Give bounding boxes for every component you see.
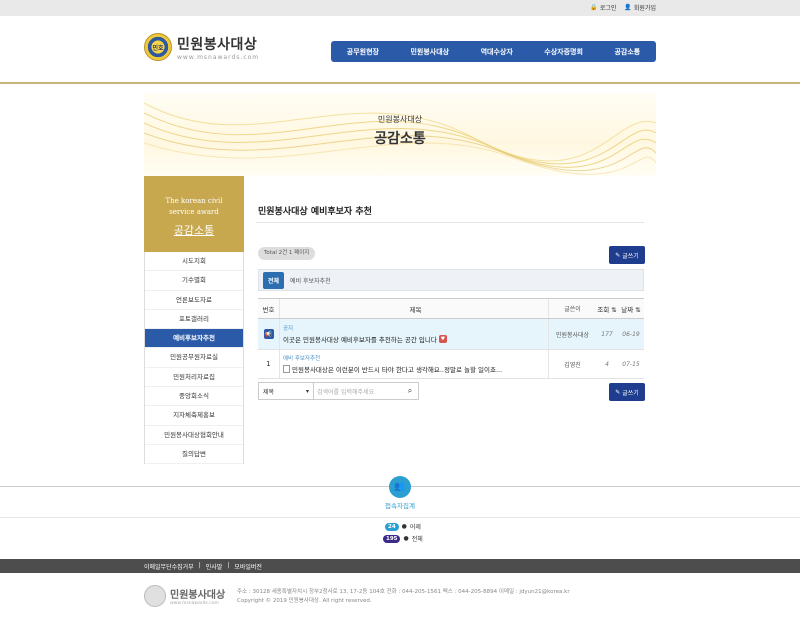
visitor-title: 접속자집계 <box>385 502 415 510</box>
banner-title: 공감소통 <box>374 131 426 147</box>
row-author: 민원봉사대상 <box>548 319 596 349</box>
site-header: 민호 민원봉사대상 www.msnawards.com 공무원현장 민원봉사대상… <box>0 16 800 84</box>
sort-views[interactable]: 조회 ⇅ <box>596 304 618 314</box>
write-button-top[interactable]: ✎ 글쓰기 <box>609 246 645 264</box>
visitor-icon: 👥 <box>389 476 411 498</box>
visitor-yesterday: 24 ● 어제 <box>385 522 421 531</box>
document-icon <box>283 365 290 373</box>
search-field-select[interactable]: 제목 ▾ <box>259 383 314 399</box>
sidebar-header: The korean civil service award 공감소통 <box>144 176 244 252</box>
board-table: 번호 제목 글쓴이 조회 ⇅ 날짜 ⇅ 📢 공지 이곳은 민원봉사대상 예비후보… <box>258 298 644 379</box>
top-utility-bar: 🔒 로그인 👤 회원가입 <box>0 0 800 16</box>
search-icon[interactable]: ⌕ <box>402 386 418 396</box>
search-input[interactable]: 검색어를 입력해주세요 <box>314 387 402 396</box>
sidebar-item-gallery[interactable]: 포토갤러리 <box>145 310 243 330</box>
visitor-counter: 👥 접속자집계 24 ● 어제 195 ● 전체 <box>0 476 800 559</box>
row-views: 177 <box>601 330 613 338</box>
sidebar-item-resources[interactable]: 민원공무원자료실 <box>145 348 243 368</box>
heart-icon: ♥ <box>438 335 447 343</box>
search-form: 제목 ▾ 검색어를 입력해주세요 ⌕ <box>258 382 419 400</box>
logo-seal-icon: 민호 <box>144 33 172 61</box>
sort-date[interactable]: 날짜 ⇅ <box>618 304 644 314</box>
footer-link-bar: 이메일무단수집거부 | 인사말 | 모바일버전 <box>0 559 800 573</box>
category-bar: 전체 예비 후보자추천 <box>258 269 644 291</box>
nav-item-community[interactable]: 공감소통 <box>614 47 640 57</box>
nav-item-field[interactable]: 공무원현장 <box>347 47 379 57</box>
pencil-icon: ✎ <box>615 388 621 396</box>
row-tag: 공지 <box>283 326 294 332</box>
sort-author[interactable]: 글쓴이 <box>548 299 596 318</box>
login-link[interactable]: 🔒 로그인 <box>590 3 616 12</box>
sidebar-item-casebook[interactable]: 민원처리자료집 <box>145 368 243 388</box>
sidebar-item-press[interactable]: 언론보도자료 <box>145 291 243 310</box>
category-nomination-tab[interactable]: 예비 후보자추천 <box>290 276 331 285</box>
logo-title: 민원봉사대상 <box>177 36 258 53</box>
banner-subtitle: 민원봉사대상 <box>377 115 423 124</box>
row-date: 07-15 <box>622 360 640 368</box>
sidebar-item-association[interactable]: 민원봉사대상협회안내 <box>145 426 243 445</box>
sidebar-title: 공감소통 <box>173 224 215 237</box>
sidebar-item-cohort[interactable]: 기수별회 <box>145 271 243 291</box>
row-subject[interactable]: 민원봉사대상은 이런분이 반드시 타야 한다고 생각해요..정말로 놀할 일이죠… <box>292 364 502 374</box>
site-logo[interactable]: 민호 민원봉사대상 www.msnawards.com <box>144 33 259 61</box>
footer-copyright: Copyright © 2019 민원봉사대상. All right reser… <box>237 598 372 604</box>
row-tag: 예비 후보자추천 <box>283 356 321 362</box>
join-link[interactable]: 👤 회원가입 <box>624 3 656 12</box>
table-row[interactable]: 📢 공지 이곳은 민원봉사대상 예비후보자를 추천하는 공간 입니다 ♥ 민원봉사… <box>258 319 644 350</box>
sidebar-item-qna[interactable]: 질의답변 <box>145 445 243 465</box>
footer-link-email-policy[interactable]: 이메일무단수집거부 <box>144 562 194 571</box>
caret-down-icon: ▾ <box>305 387 309 395</box>
notice-megaphone-icon: 📢 <box>263 329 274 339</box>
page-title: 민원봉사대상 예비후보자 추천 <box>258 207 372 217</box>
row-views: 4 <box>605 360 609 368</box>
row-subject[interactable]: 이곳은 민원봉사대상 예비후보자를 추천하는 공간 입니다 <box>283 334 437 344</box>
sidebar-item-festival[interactable]: 지자체축제홍보 <box>145 406 243 426</box>
footer-seal-icon <box>144 585 166 607</box>
divider <box>256 222 644 223</box>
user-plus-icon: 👤 <box>624 4 632 11</box>
sidebar-item-regional[interactable]: 시도지회 <box>145 252 243 272</box>
sidebar-menu: 시도지회 기수별회 언론보도자료 포토갤러리 예비후보자추천 민원공무원자료실 … <box>144 252 244 465</box>
nav-item-certificate[interactable]: 수상자증명회 <box>544 47 583 57</box>
table-row[interactable]: 1 예비 후보자추천 민원봉사대상은 이런분이 반드시 타야 한다고 생각해요.… <box>258 350 644 379</box>
visitor-total: 195 ● 전체 <box>383 534 423 543</box>
footer-logo: 민원봉사대상 www.msnawards.com <box>144 585 225 607</box>
divider <box>0 517 800 518</box>
sidebar-item-news[interactable]: 중앙회소식 <box>145 387 243 407</box>
pencil-icon: ✎ <box>615 251 621 259</box>
row-number: 1 <box>258 350 280 378</box>
nav-item-winners[interactable]: 역대수상자 <box>481 47 513 57</box>
site-footer: 민원봉사대상 www.msnawards.com 주소 : 30128 세종특별… <box>0 573 800 619</box>
category-all-tab[interactable]: 전체 <box>263 271 285 289</box>
footer-link-greeting[interactable]: 인사말 <box>206 562 223 571</box>
row-author: 김영진 <box>548 350 596 378</box>
sidebar: The korean civil service award 공감소통 시도지회… <box>144 176 244 465</box>
table-header: 번호 제목 글쓴이 조회 ⇅ 날짜 ⇅ <box>258 299 644 319</box>
sort-icon: ⇅ <box>633 305 641 314</box>
row-date: 06-19 <box>622 330 640 338</box>
logo-url: www.msnawards.com <box>177 53 260 61</box>
page-banner: 민원봉사대상 공감소통 <box>144 93 656 176</box>
main-nav: 공무원현장 민원봉사대상 역대수상자 수상자증명회 공감소통 <box>331 41 656 62</box>
total-count: Total 2건 1 페이지 <box>258 247 316 260</box>
footer-address: 주소 : 30128 세종특별자치시 정부2청사로 13, 17-2동 104호… <box>237 589 570 595</box>
lock-icon: 🔒 <box>590 4 598 11</box>
sort-icon: ⇅ <box>609 305 617 314</box>
sidebar-item-nomination[interactable]: 예비후보자추천 <box>145 329 243 349</box>
footer-info: 주소 : 30128 세종특별자치시 정부2청사로 13, 17-2동 104호… <box>237 588 570 606</box>
write-button-bottom[interactable]: ✎ 글쓰기 <box>609 383 645 401</box>
footer-link-mobile[interactable]: 모바일버전 <box>234 562 262 571</box>
nav-item-award[interactable]: 민원봉사대상 <box>410 47 449 57</box>
